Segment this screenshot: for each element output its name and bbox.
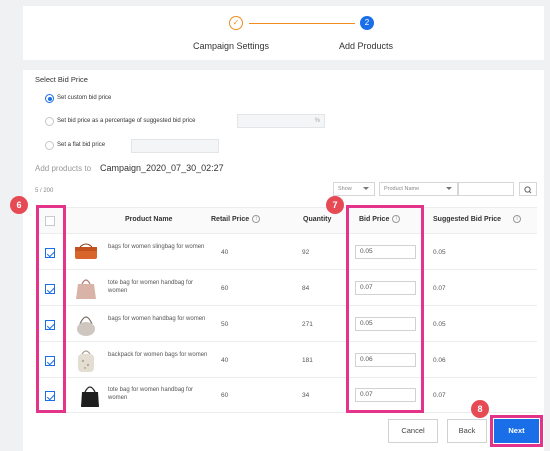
chevron-down-icon (446, 187, 452, 190)
add-products-prefix: Add products to (35, 164, 92, 173)
step-2-label: Add Products (339, 41, 394, 51)
bid-price-column-highlight (346, 205, 424, 413)
search-button[interactable] (519, 182, 537, 196)
suggested-bid-price: 0.07 (433, 285, 446, 292)
chevron-down-icon (363, 187, 369, 190)
product-name: backpack for women bags for women (108, 352, 208, 358)
radio-flat-bid-label: Set a flat bid price (57, 142, 106, 148)
step-1-label: Campaign Settings (193, 41, 270, 51)
info-icon[interactable]: i (252, 215, 261, 224)
step-badge-7: 7 (326, 196, 344, 214)
table-divider (36, 377, 537, 378)
table-divider (36, 233, 537, 234)
selected-count: 5 / 200 (35, 188, 54, 194)
radio-percentage-bid[interactable] (45, 117, 54, 126)
campaign-name: Campaign_2020_07_30_02:27 (100, 163, 224, 173)
screen: ✓ 2 Campaign Settings Add Products Selec… (0, 0, 550, 451)
retail-price: 50 (221, 321, 229, 328)
table-divider (36, 269, 537, 270)
quantity: 84 (302, 285, 310, 292)
table-divider (36, 341, 537, 342)
percentage-input[interactable]: % (237, 114, 325, 128)
header-suggested-label: Suggested Bid Price (433, 216, 502, 223)
product-name: tote bag for women handbag for women (108, 387, 194, 401)
bid-price-title: Select Bid Price (35, 75, 88, 84)
retail-price: 40 (221, 357, 229, 364)
product-name: bags for women handbag for women (108, 316, 206, 322)
cancel-button[interactable]: Cancel (388, 419, 438, 443)
suggested-bid-price: 0.05 (433, 321, 446, 328)
retail-price: 60 (221, 392, 229, 399)
radio-custom-bid[interactable] (45, 94, 54, 103)
check-icon: ✓ (229, 16, 243, 30)
product-thumbnail (78, 350, 94, 372)
header-retail-price-label: Retail Price (211, 216, 250, 223)
suggested-bid-price: 0.07 (433, 392, 446, 399)
stepper-connector (249, 23, 355, 24)
header-product-name: Product Name (125, 216, 173, 223)
quantity: 271 (302, 321, 313, 328)
step-badge-6: 6 (10, 196, 28, 214)
suggested-bid-price: 0.06 (433, 357, 446, 364)
product-thumbnail (75, 243, 97, 259)
header-suggested-bid-price: Suggested Bid Price i (433, 208, 522, 232)
search-icon (524, 186, 532, 194)
quantity: 34 (302, 392, 310, 399)
checkbox-column-highlight (36, 205, 66, 413)
quantity: 92 (302, 249, 310, 256)
show-select-label: Show (338, 186, 352, 192)
step-badge-8: 8 (471, 400, 489, 418)
product-name: tote bag for women handbag for women (108, 280, 194, 294)
percent-suffix: % (314, 118, 320, 124)
header-retail-price: Retail Price i (211, 208, 261, 232)
step-2-number: 2 (360, 16, 374, 30)
suggested-bid-price: 0.05 (433, 249, 446, 256)
retail-price: 40 (221, 249, 229, 256)
header-quantity: Quantity (303, 216, 332, 223)
back-button[interactable]: Back (447, 419, 487, 443)
info-icon[interactable]: i (513, 215, 522, 224)
product-name: bags for women slingbag for women (108, 244, 205, 250)
table-divider (36, 305, 537, 306)
flat-bid-input[interactable] (131, 139, 219, 153)
stepper: ✓ 2 Campaign Settings Add Products (23, 6, 544, 60)
product-thumbnail (77, 316, 95, 336)
product-thumbnail (76, 279, 96, 299)
radio-flat-bid[interactable] (45, 141, 54, 150)
table-divider (36, 412, 537, 413)
retail-price: 60 (221, 285, 229, 292)
search-input[interactable] (458, 182, 514, 196)
radio-percentage-bid-label: Set bid price as a percentage of suggest… (57, 118, 196, 124)
product-thumbnail (81, 386, 99, 407)
next-button-highlight (490, 415, 543, 447)
radio-custom-bid-label: Set custom bid price (57, 95, 112, 101)
quantity: 181 (302, 357, 313, 364)
field-select-label: Product Name (384, 186, 420, 192)
show-select[interactable]: Show (333, 182, 375, 196)
field-select[interactable]: Product Name (379, 182, 458, 196)
